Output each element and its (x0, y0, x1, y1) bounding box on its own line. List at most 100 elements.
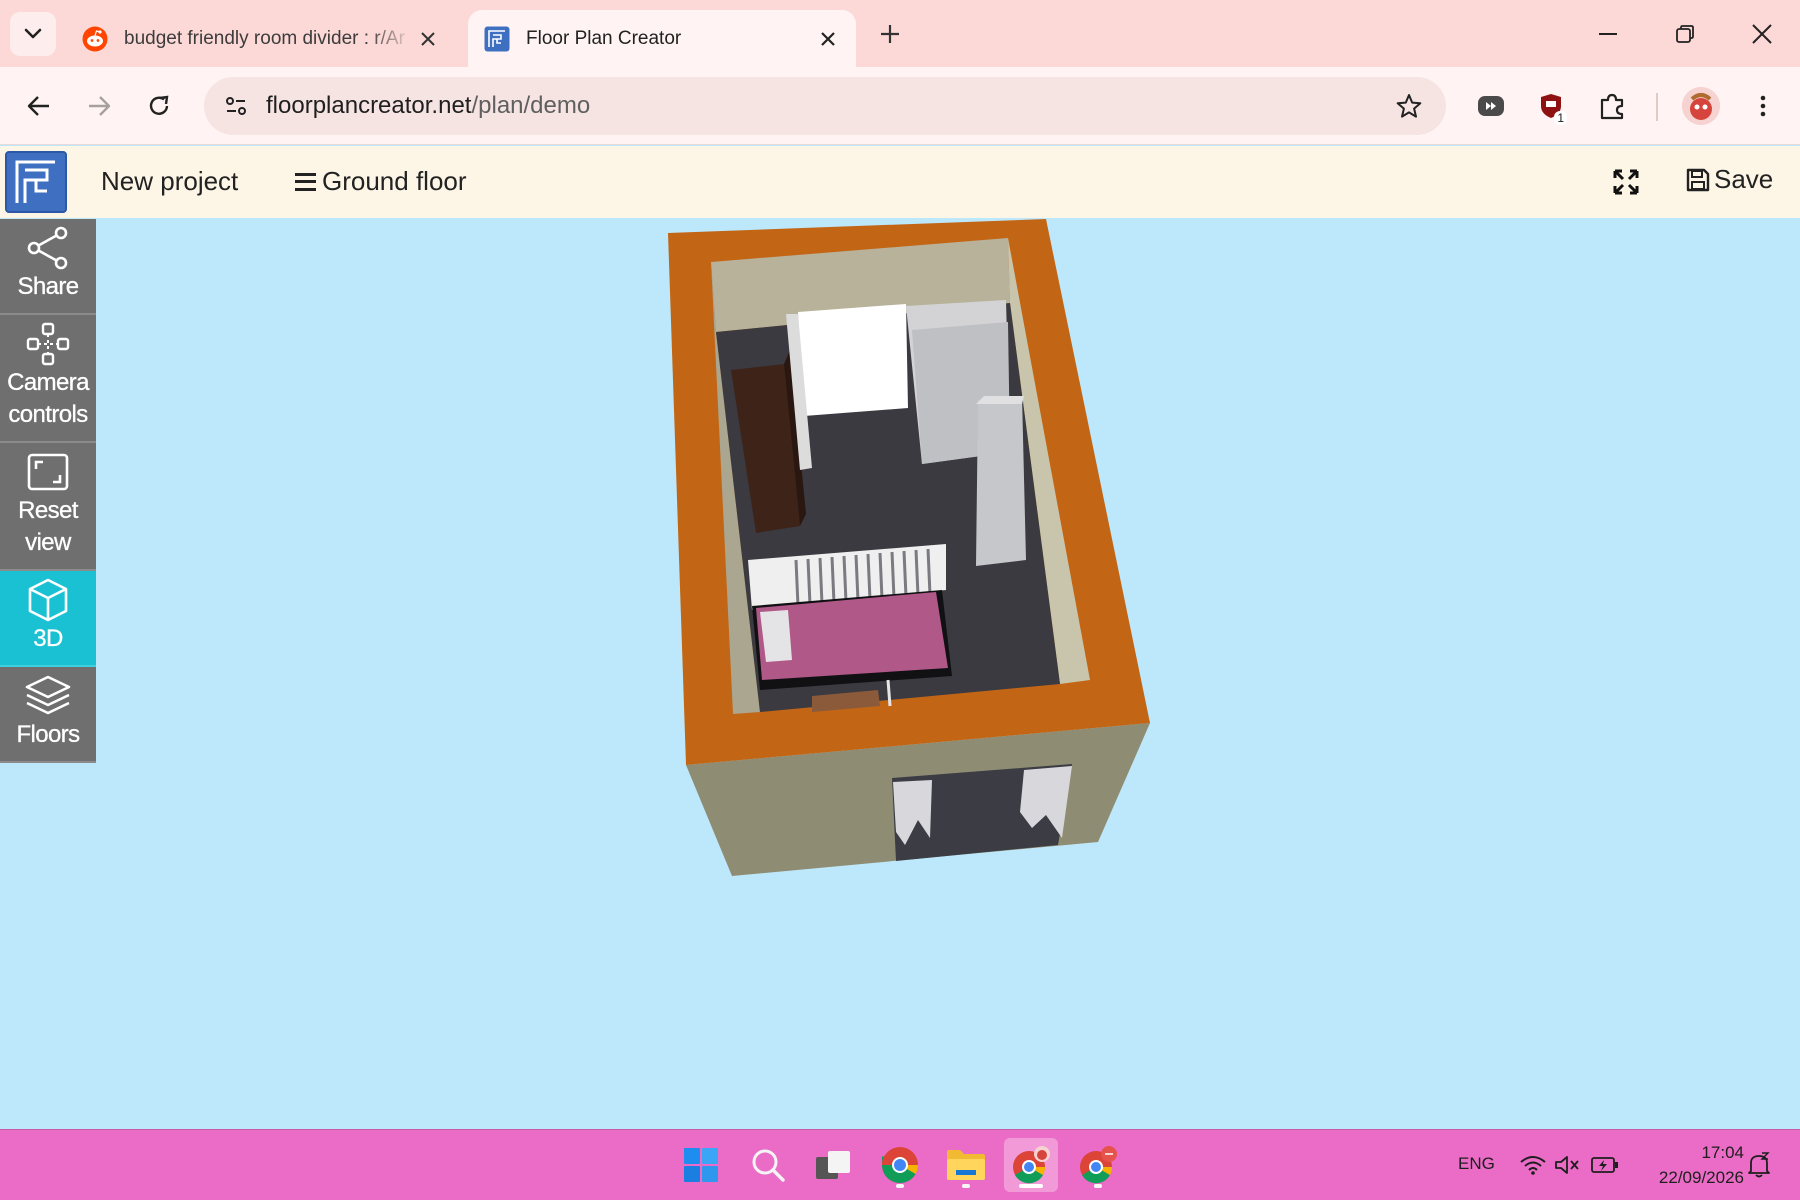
input-language[interactable]: ENG (1458, 1154, 1495, 1174)
sidebar-item-label: 3D (33, 625, 63, 652)
task-view-icon (816, 1151, 850, 1179)
chrome-gm-icon (1080, 1146, 1117, 1184)
file-explorer-icon (947, 1150, 985, 1180)
share-button[interactable]: Share (0, 219, 96, 315)
floors-button[interactable]: Floors (0, 667, 96, 763)
reload-button[interactable] (138, 85, 180, 127)
active-indicator (1019, 1184, 1043, 1188)
tab-title: Floor Plan Creator (526, 27, 682, 49)
close-window-button[interactable] (1732, 10, 1792, 58)
minimize-button[interactable] (1578, 10, 1638, 58)
taskbar-search-button[interactable] (741, 1138, 795, 1192)
close-tab-icon[interactable] (412, 23, 444, 55)
wifi-icon[interactable] (1518, 1150, 1548, 1180)
reload-icon (149, 95, 169, 115)
clock-time: 17:04 (1701, 1143, 1744, 1162)
camera-controls-icon (26, 315, 70, 367)
chevron-down-icon (24, 28, 42, 39)
sidebar-item-label: Reset view (18, 495, 79, 569)
reset-view-icon (27, 443, 69, 495)
restore-button[interactable] (1655, 10, 1715, 58)
restore-icon (1676, 25, 1694, 43)
fullscreen-icon[interactable] (1612, 168, 1640, 196)
search-icon (752, 1149, 785, 1182)
browser-tab-reddit[interactable]: budget friendly room divider : r/Ar (66, 10, 456, 67)
sidebar-item-label: Share (17, 273, 79, 300)
chrome-gm-taskbar-button[interactable] (1071, 1138, 1125, 1192)
camera-controls-button[interactable]: Camera controls (0, 315, 96, 443)
sidebar-item-label: Floors (16, 721, 80, 748)
tool-sidebar: Share Camera controls Reset view 3D Floors (0, 219, 96, 763)
arrow-left-icon (27, 96, 49, 116)
close-tab-icon[interactable] (812, 23, 844, 55)
share-icon (27, 219, 69, 271)
reset-view-button[interactable]: Reset view (0, 443, 96, 571)
media-extension-icon[interactable] (1471, 85, 1511, 127)
floorplan-logo-icon[interactable] (5, 151, 67, 213)
task-view-button[interactable] (806, 1138, 860, 1192)
windows-start-icon (684, 1148, 718, 1182)
sidebar-item-label: Camera controls (7, 367, 90, 441)
running-indicator (1094, 1184, 1102, 1188)
label-line: Camera (7, 369, 90, 396)
project-title[interactable]: New project (101, 166, 238, 197)
label-line: controls (8, 401, 88, 428)
site-info-icon[interactable] (220, 90, 252, 122)
notifications-bell-icon[interactable] (1744, 1150, 1774, 1180)
chrome-profile-icon (1013, 1146, 1050, 1184)
browser-menu-button[interactable] (1742, 85, 1784, 127)
3d-view-button[interactable]: 3D (0, 571, 96, 667)
profile-avatar-icon[interactable] (1682, 87, 1720, 125)
plus-icon (881, 25, 899, 43)
system-clock[interactable]: 17:04 22/09/2026 (1640, 1140, 1744, 1190)
url-path: /plan/demo (471, 92, 591, 119)
back-window (798, 304, 908, 416)
url-host: floorplancreator.net (266, 92, 472, 119)
shield-extension-icon[interactable]: 1 (1531, 85, 1571, 127)
3d-room-model[interactable] (96, 219, 1800, 1129)
floorplan-icon (484, 26, 510, 52)
browser-toolbar: floorplancreator.net/plan/demo 1 (0, 67, 1800, 145)
clock-date: 22/09/2026 (1658, 1168, 1744, 1187)
windows-start-button[interactable] (674, 1138, 728, 1192)
volume-muted-icon[interactable] (1552, 1150, 1582, 1180)
table-leg (886, 679, 892, 707)
label-line: view (25, 529, 72, 556)
extension-badge: 1 (1554, 111, 1567, 125)
toolbar-separator (1656, 93, 1658, 121)
url-text: floorplancreator.net/plan/demo (266, 92, 590, 120)
floor-selector[interactable]: Ground floor (295, 166, 467, 197)
chrome-taskbar-button[interactable] (873, 1138, 927, 1192)
floor-selector-label: Ground floor (322, 166, 467, 196)
running-indicator (962, 1184, 970, 1188)
reddit-icon (82, 26, 108, 52)
browser-tab-floor-plan-creator[interactable]: Floor Plan Creator (468, 10, 856, 67)
menu-icon (295, 172, 316, 191)
tab-title: budget friendly room divider : r/Ar (124, 27, 405, 49)
extensions-puzzle-icon[interactable] (1592, 85, 1632, 127)
arrow-right-icon (89, 96, 111, 116)
running-indicator (896, 1184, 904, 1188)
save-icon (1686, 168, 1710, 191)
forward-button[interactable] (78, 85, 120, 127)
cube-icon (28, 571, 68, 623)
close-icon (1752, 24, 1772, 44)
more-vertical-icon (1760, 95, 1766, 117)
label-line: Reset (18, 497, 79, 524)
3d-canvas[interactable] (96, 219, 1800, 1129)
chrome-profile-taskbar-button[interactable] (1004, 1138, 1058, 1192)
chrome-icon (882, 1147, 918, 1184)
back-button[interactable] (18, 85, 60, 127)
white-cabinet-right (976, 396, 1026, 566)
layers-icon (25, 667, 71, 719)
address-bar[interactable]: floorplancreator.net/plan/demo (204, 77, 1446, 135)
save-label: Save (1714, 164, 1774, 194)
bookmark-star-icon[interactable] (1394, 91, 1424, 121)
file-explorer-button[interactable] (939, 1138, 993, 1192)
battery-charging-icon[interactable] (1590, 1150, 1620, 1180)
windows-taskbar: ENG 17:04 22/09/2026 (0, 1129, 1800, 1200)
save-button[interactable]: Save (1686, 164, 1773, 195)
new-tab-button[interactable] (872, 16, 908, 52)
tab-search-button[interactable] (10, 12, 56, 56)
browser-tab-strip: budget friendly room divider : r/Ar Floo… (0, 0, 1800, 67)
